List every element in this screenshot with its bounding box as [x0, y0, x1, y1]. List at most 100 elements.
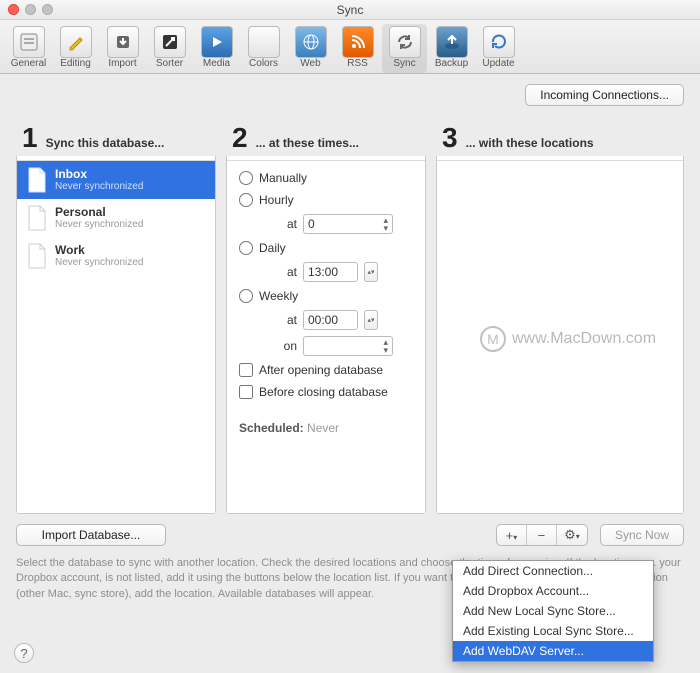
select-value: 0 [308, 217, 315, 231]
checkbox-after-open[interactable]: After opening database [227, 359, 425, 381]
tab-label: RSS [347, 58, 368, 69]
menu-item-dropbox[interactable]: Add Dropbox Account... [453, 581, 653, 601]
add-location-menu: Add Direct Connection... Add Dropbox Acc… [452, 560, 654, 662]
at-label: at [279, 217, 297, 231]
tab-colors[interactable]: Colors [241, 24, 286, 73]
col-number: 2 [232, 124, 248, 152]
tab-backup[interactable]: Backup [429, 24, 474, 73]
tab-media[interactable]: Media [194, 24, 239, 73]
titlebar: Sync [0, 0, 700, 20]
daily-at-input[interactable]: 13:00 [303, 262, 358, 282]
hourly-at-select[interactable]: 0 ▴▾ [303, 214, 393, 234]
tab-sync[interactable]: Sync [382, 24, 427, 73]
document-icon [27, 167, 47, 193]
stepper[interactable]: ▴▾ [364, 262, 378, 282]
column-databases: 1 Sync this database... Inbox Never sync… [16, 116, 216, 514]
col-title: ... at these times... [256, 136, 359, 150]
tab-label: Sorter [156, 58, 183, 69]
database-name: Personal [55, 205, 143, 219]
weekly-at-input[interactable]: 00:00 [303, 310, 358, 330]
menu-item-new-local-store[interactable]: Add New Local Sync Store... [453, 601, 653, 621]
database-item-inbox[interactable]: Inbox Never synchronized [17, 161, 215, 199]
colors-icon [248, 26, 280, 58]
general-icon [13, 26, 45, 58]
radio-input[interactable] [239, 289, 253, 303]
scheduled-status: Scheduled: Never [227, 403, 425, 435]
backup-icon [436, 26, 468, 58]
col-title: Sync this database... [46, 136, 165, 150]
editing-icon [60, 26, 92, 58]
checkbox-label: Before closing database [259, 385, 388, 399]
tab-sorter[interactable]: Sorter [147, 24, 192, 73]
radio-label: Hourly [259, 193, 294, 207]
bottom-button-row: Import Database... +▾ − ⚙▾ Sync Now [0, 514, 700, 550]
tab-web[interactable]: Web [288, 24, 333, 73]
col-number: 3 [442, 124, 458, 152]
checkbox-input[interactable] [239, 363, 253, 377]
weekly-on-select[interactable]: ▴▾ [303, 336, 393, 356]
remove-location-button[interactable]: − [527, 525, 557, 545]
tab-label: Colors [249, 58, 278, 69]
import-icon [107, 26, 139, 58]
radio-hourly[interactable]: Hourly [227, 189, 425, 211]
tab-label: General [11, 58, 47, 69]
tab-label: Sync [393, 58, 415, 69]
database-status: Never synchronized [55, 219, 143, 230]
location-options-button[interactable]: ⚙▾ [557, 525, 587, 545]
on-label: on [279, 339, 297, 353]
database-status: Never synchronized [55, 181, 143, 192]
web-icon [295, 26, 327, 58]
checkbox-before-close[interactable]: Before closing database [227, 381, 425, 403]
sync-icon [389, 26, 421, 58]
database-name: Inbox [55, 167, 143, 181]
tab-import[interactable]: Import [100, 24, 145, 73]
tab-editing[interactable]: Editing [53, 24, 98, 73]
radio-input[interactable] [239, 193, 253, 207]
sync-now-button[interactable]: Sync Now [600, 524, 684, 546]
database-item-work[interactable]: Work Never synchronized [17, 237, 215, 275]
radio-label: Weekly [259, 289, 298, 303]
database-status: Never synchronized [55, 257, 143, 268]
radio-label: Daily [259, 241, 286, 255]
tab-label: Web [300, 58, 320, 69]
add-location-button[interactable]: +▾ [497, 525, 527, 545]
tab-label: Import [108, 58, 136, 69]
radio-label: Manually [259, 171, 307, 185]
radio-input[interactable] [239, 171, 253, 185]
column-locations: 3 ... with these locations [436, 116, 684, 514]
location-actions-segment: +▾ − ⚙▾ [496, 524, 588, 546]
document-icon [27, 205, 47, 231]
chevron-updown-icon: ▴▾ [383, 338, 388, 354]
tab-label: Editing [60, 58, 91, 69]
import-database-button[interactable]: Import Database... [16, 524, 166, 546]
col-title: ... with these locations [466, 136, 594, 150]
sync-columns: 1 Sync this database... Inbox Never sync… [0, 116, 700, 514]
menu-item-webdav[interactable]: Add WebDAV Server... [453, 641, 653, 661]
radio-weekly[interactable]: Weekly [227, 285, 425, 307]
preferences-toolbar: General Editing Import Sorter Media Colo… [0, 20, 700, 74]
menu-item-direct-connection[interactable]: Add Direct Connection... [453, 561, 653, 581]
gear-icon: ⚙ [564, 527, 576, 542]
column-times: 2 ... at these times... Manually Hourly … [226, 116, 426, 514]
radio-input[interactable] [239, 241, 253, 255]
incoming-connections-button[interactable]: Incoming Connections... [525, 84, 684, 106]
menu-item-existing-local-store[interactable]: Add Existing Local Sync Store... [453, 621, 653, 641]
window-title: Sync [0, 3, 700, 17]
tab-label: Update [482, 58, 514, 69]
radio-manually[interactable]: Manually [227, 167, 425, 189]
database-name: Work [55, 243, 143, 257]
tab-label: Backup [435, 58, 468, 69]
document-icon [27, 243, 47, 269]
at-label: at [279, 265, 297, 279]
tab-update[interactable]: Update [476, 24, 521, 73]
tab-rss[interactable]: RSS [335, 24, 380, 73]
help-button[interactable]: ? [14, 643, 34, 663]
chevron-updown-icon: ▴▾ [383, 216, 388, 232]
tab-label: Media [203, 58, 230, 69]
tab-general[interactable]: General [6, 24, 51, 73]
radio-daily[interactable]: Daily [227, 237, 425, 259]
database-item-personal[interactable]: Personal Never synchronized [17, 199, 215, 237]
update-icon [483, 26, 515, 58]
checkbox-input[interactable] [239, 385, 253, 399]
stepper[interactable]: ▴▾ [364, 310, 378, 330]
